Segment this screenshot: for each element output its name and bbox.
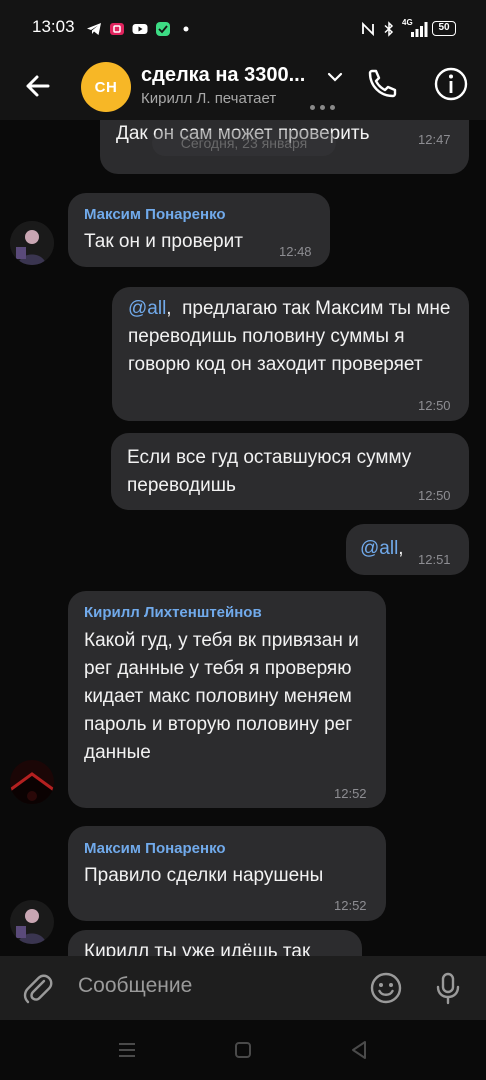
recents-menu-icon[interactable] xyxy=(115,1038,139,1062)
chevron-down-icon[interactable] xyxy=(326,68,344,86)
system-nav-bar xyxy=(0,1020,486,1080)
mention-link[interactable]: @all xyxy=(360,538,398,559)
info-icon[interactable] xyxy=(431,64,471,104)
message-bubble-outgoing[interactable]: @all, 12:51 xyxy=(346,524,469,575)
message-bubble-incoming[interactable]: Максим Понаренко Правило сделки нарушены… xyxy=(68,826,386,921)
message-time: 12:52 xyxy=(334,786,367,801)
message-text: Какой гуд, у тебя вк привязан и рег данн… xyxy=(84,630,359,763)
signal-4g-icon: 4G xyxy=(402,18,428,37)
message-text-body: , xyxy=(398,538,404,559)
paperclip-icon[interactable] xyxy=(20,970,56,1006)
message-time: 12:47 xyxy=(418,132,451,147)
typing-status: Кирилл Л. печатает xyxy=(141,90,277,107)
message-text: Так он и проверит xyxy=(84,231,243,252)
message-bubble-incoming[interactable]: Максим Понаренко Так он и проверит 12:48 xyxy=(68,193,330,267)
typing-dots xyxy=(310,97,340,115)
message-bubble-outgoing[interactable]: @all, предлагаю так Максим ты мне перево… xyxy=(112,287,469,421)
chat-title[interactable]: сделка на 3300... xyxy=(141,64,305,87)
home-square-icon[interactable] xyxy=(231,1038,255,1062)
battery-icon: 50 xyxy=(432,21,456,36)
sender-name[interactable]: Максим Понаренко xyxy=(84,206,226,223)
mention-link[interactable]: @all xyxy=(128,298,166,319)
message-text-body: , предлагаю так Максим ты мне переводишь… xyxy=(128,298,456,375)
message-time: 12:50 xyxy=(418,398,451,413)
avatar[interactable] xyxy=(10,760,54,804)
telegram-icon xyxy=(87,23,101,35)
message-list[interactable]: Дак он сам может проверить 12:47 Сегодня… xyxy=(0,120,486,956)
youtube-icon xyxy=(132,24,148,34)
message-bubble-outgoing[interactable]: Если все гуд оставшуюся сумму переводишь… xyxy=(111,433,469,510)
message-composer: Сообщение xyxy=(0,956,486,1020)
emoji-icon[interactable] xyxy=(368,970,404,1006)
microphone-icon[interactable] xyxy=(430,970,466,1006)
back-arrow-icon[interactable] xyxy=(18,66,58,106)
message-text: Кирилл ты уже идёшь так xyxy=(84,941,311,956)
dot-icon xyxy=(183,26,189,32)
bluetooth-icon xyxy=(384,21,394,37)
media-icon xyxy=(110,23,124,35)
avatar[interactable] xyxy=(10,221,54,265)
status-bar: 13:03 4G 50 xyxy=(0,0,486,58)
message-bubble-incoming[interactable]: Кирилл ты уже идёшь так xyxy=(68,930,362,956)
message-time: 12:50 xyxy=(418,488,451,503)
message-text: Правило сделки нарушены xyxy=(84,865,324,886)
message-text: Если все гуд оставшуюся сумму переводишь xyxy=(127,447,412,496)
sender-name[interactable]: Максим Понаренко xyxy=(84,840,226,857)
message-text: @all, xyxy=(360,535,404,563)
back-triangle-icon[interactable] xyxy=(347,1038,371,1062)
sender-name[interactable]: Кирилл Лихтенштейнов xyxy=(84,604,262,621)
date-separator: Сегодня, 23 января xyxy=(152,130,336,156)
message-input[interactable]: Сообщение xyxy=(78,974,192,998)
message-time: 12:48 xyxy=(279,244,312,259)
message-bubble-incoming[interactable]: Кирилл Лихтенштейнов Какой гуд, у тебя в… xyxy=(68,591,386,808)
app-icon xyxy=(156,22,170,36)
avatar[interactable] xyxy=(10,900,54,944)
phone-call-icon[interactable] xyxy=(362,64,402,104)
status-time: 13:03 xyxy=(32,17,75,36)
message-time: 12:52 xyxy=(334,898,367,913)
chat-header: CH сделка на 3300... Кирилл Л. печатает xyxy=(0,58,486,120)
battery-level: 50 xyxy=(438,22,450,33)
message-time: 12:51 xyxy=(418,552,451,567)
chat-avatar[interactable]: CH xyxy=(81,62,131,112)
nfc-icon xyxy=(362,21,374,37)
message-text: @all, предлагаю так Максим ты мне перево… xyxy=(128,295,464,379)
